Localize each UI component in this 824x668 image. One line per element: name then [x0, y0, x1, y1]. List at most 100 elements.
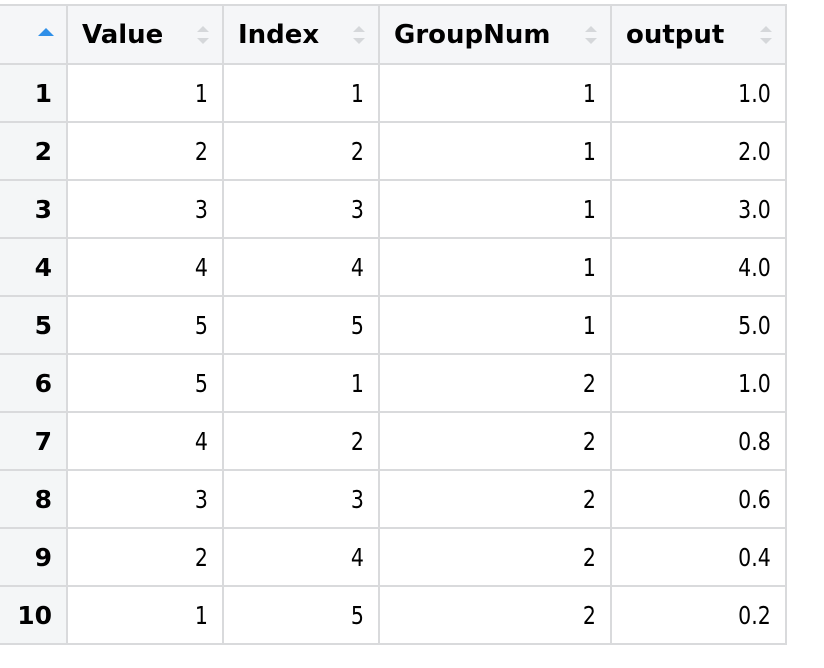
cell-value: 1	[194, 600, 208, 630]
cell-value: 2	[582, 484, 596, 514]
cell-value: 0.2	[738, 600, 771, 630]
cell-value: 0.6	[738, 484, 771, 514]
cell-value[interactable]: 3	[66, 469, 224, 529]
sort-both-icon[interactable]	[352, 24, 366, 46]
cell-value: 2	[582, 426, 596, 456]
cell-output[interactable]: 1.0	[610, 353, 787, 413]
data-table: Value Index GroupNum output 1 1 1 1 1.0 2 2 2 1 2…	[0, 4, 787, 645]
cell-index[interactable]: 4	[222, 527, 380, 587]
column-header-groupnum[interactable]: GroupNum	[378, 4, 612, 65]
cell-index[interactable]: 3	[222, 179, 380, 239]
cell-value[interactable]: 2	[66, 527, 224, 587]
column-header-value[interactable]: Value	[66, 4, 224, 65]
cell-value: 0.4	[738, 542, 771, 572]
column-header-output[interactable]: output	[610, 4, 787, 65]
table-row[interactable]: 1 1 1 1 1.0	[0, 63, 787, 123]
cell-value[interactable]: 1	[66, 63, 224, 123]
cell-output[interactable]: 2.0	[610, 121, 787, 181]
cell-value: 3.0	[738, 194, 771, 224]
table-row[interactable]: 7 4 2 2 0.8	[0, 411, 787, 471]
cell-groupnum[interactable]: 1	[378, 295, 612, 355]
cell-output[interactable]: 0.8	[610, 411, 787, 471]
cell-value: 2	[582, 542, 596, 572]
cell-value: 5.0	[738, 310, 771, 340]
cell-value[interactable]: 4	[66, 411, 224, 471]
table-row[interactable]: 5 5 5 1 5.0	[0, 295, 787, 355]
cell-value: 5	[350, 310, 364, 340]
cell-value: 1	[350, 78, 364, 108]
cell-value: 1	[582, 310, 596, 340]
cell-groupnum[interactable]: 1	[378, 121, 612, 181]
cell-value: 1	[582, 78, 596, 108]
row-number-header[interactable]	[0, 4, 68, 65]
sort-ascending-icon	[38, 28, 54, 36]
column-header-label: output	[626, 19, 725, 50]
row-number: 1	[0, 63, 68, 123]
row-number: 6	[0, 353, 68, 413]
row-number: 4	[0, 237, 68, 297]
cell-value: 4	[350, 252, 364, 282]
row-number: 3	[0, 179, 68, 239]
cell-output[interactable]: 0.2	[610, 585, 787, 645]
cell-value: 1	[350, 368, 364, 398]
cell-groupnum[interactable]: 2	[378, 411, 612, 471]
cell-groupnum[interactable]: 1	[378, 179, 612, 239]
cell-groupnum[interactable]: 2	[378, 585, 612, 645]
cell-groupnum[interactable]: 2	[378, 469, 612, 529]
table-row[interactable]: 3 3 3 1 3.0	[0, 179, 787, 239]
row-number: 10	[0, 585, 68, 645]
cell-index[interactable]: 5	[222, 585, 380, 645]
cell-index[interactable]: 1	[222, 63, 380, 123]
table-row[interactable]: 2 2 2 1 2.0	[0, 121, 787, 181]
cell-index[interactable]: 2	[222, 121, 380, 181]
table-row[interactable]: 4 4 4 1 4.0	[0, 237, 787, 297]
cell-groupnum[interactable]: 2	[378, 527, 612, 587]
cell-index[interactable]: 1	[222, 353, 380, 413]
cell-value: 4	[350, 542, 364, 572]
cell-value[interactable]: 5	[66, 353, 224, 413]
sort-both-icon[interactable]	[584, 24, 598, 46]
table-row[interactable]: 8 3 3 2 0.6	[0, 469, 787, 529]
row-number: 7	[0, 411, 68, 471]
cell-output[interactable]: 1.0	[610, 63, 787, 123]
cell-value: 1.0	[738, 368, 771, 398]
table-body: 1 1 1 1 1.0 2 2 2 1 2.0 3 3 3 1 3.0 4 4 4 1 4.0 5 5 5 1 5.0 6 5 1 2 1…	[0, 63, 787, 645]
cell-index[interactable]: 5	[222, 295, 380, 355]
cell-output[interactable]: 0.6	[610, 469, 787, 529]
cell-output[interactable]: 0.4	[610, 527, 787, 587]
cell-output[interactable]: 3.0	[610, 179, 787, 239]
cell-groupnum[interactable]: 2	[378, 353, 612, 413]
column-header-label: Index	[238, 19, 320, 50]
cell-value[interactable]: 4	[66, 237, 224, 297]
sort-both-icon[interactable]	[759, 24, 773, 46]
cell-value[interactable]: 1	[66, 585, 224, 645]
cell-index[interactable]: 4	[222, 237, 380, 297]
cell-value: 2	[582, 368, 596, 398]
cell-value[interactable]: 2	[66, 121, 224, 181]
cell-value: 5	[350, 600, 364, 630]
cell-groupnum[interactable]: 1	[378, 237, 612, 297]
column-header-index[interactable]: Index	[222, 4, 380, 65]
row-number: 2	[0, 121, 68, 181]
row-number: 8	[0, 469, 68, 529]
cell-value: 4.0	[738, 252, 771, 282]
cell-value: 3	[350, 484, 364, 514]
cell-value: 5	[194, 310, 208, 340]
table-row[interactable]: 9 2 4 2 0.4	[0, 527, 787, 587]
table-row[interactable]: 6 5 1 2 1.0	[0, 353, 787, 413]
column-header-label: Value	[82, 19, 164, 50]
cell-value[interactable]: 5	[66, 295, 224, 355]
cell-value: 2	[350, 136, 364, 166]
cell-output[interactable]: 5.0	[610, 295, 787, 355]
cell-index[interactable]: 3	[222, 469, 380, 529]
header-row: Value Index GroupNum output	[0, 4, 787, 65]
cell-value[interactable]: 3	[66, 179, 224, 239]
cell-output[interactable]: 4.0	[610, 237, 787, 297]
cell-value: 5	[194, 368, 208, 398]
cell-index[interactable]: 2	[222, 411, 380, 471]
table-row[interactable]: 10 1 5 2 0.2	[0, 585, 787, 645]
sort-both-icon[interactable]	[196, 24, 210, 46]
cell-value: 3	[194, 194, 208, 224]
cell-value: 2	[582, 600, 596, 630]
cell-groupnum[interactable]: 1	[378, 63, 612, 123]
